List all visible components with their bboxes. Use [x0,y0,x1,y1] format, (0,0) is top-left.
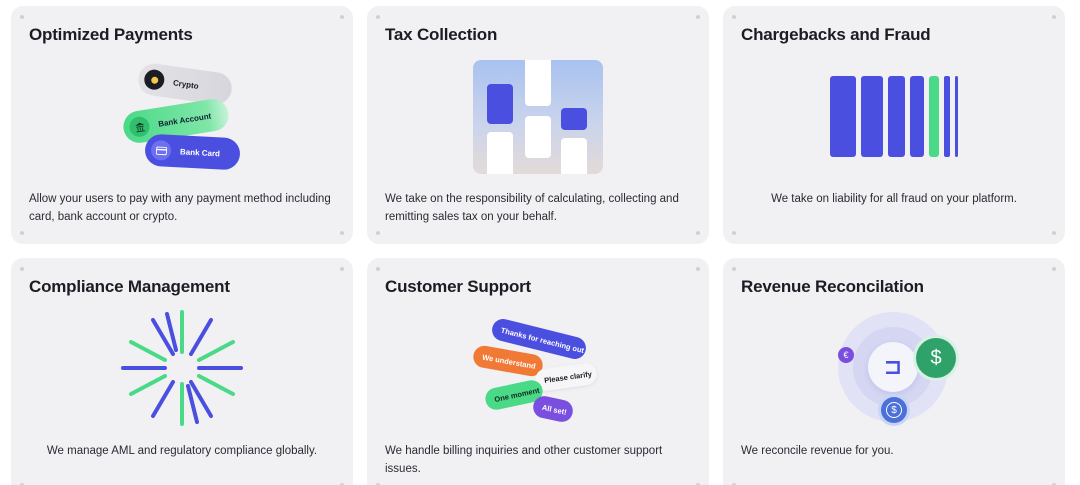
corner-dot [696,15,700,19]
feature-card-revenue-reconciliation: Revenue Reconcilation ⊐ $ € $ We reconci… [723,258,1065,485]
card-description: We handle billing inquiries and other cu… [385,445,663,475]
fraud-bars-illustration [723,6,1065,186]
white-block [525,116,551,158]
bank-icon [128,115,151,139]
card-description: We reconcile revenue for you. [741,445,894,457]
corner-dot [696,231,700,235]
corner-dot [1052,231,1056,235]
coin-icon [143,68,166,91]
feature-card-tax-collection: Tax Collection We take on the responsibi… [367,6,709,244]
shield-bar [944,76,950,157]
indigo-block [487,84,513,124]
logo-symbol: ⊐ [883,354,903,379]
support-chat-illustration: Thanks for reaching out We understand Pl… [367,258,709,438]
corner-dot [340,267,344,271]
feature-card-optimized-payments: Optimized Payments Crypto Bank Account B… [11,6,353,244]
compliance-burst-illustration [121,310,243,426]
corner-dot [20,231,24,235]
feature-card-compliance: Compliance Management We manage AML and … [11,258,353,485]
card-title: Compliance Management [29,277,230,296]
white-block [561,138,587,174]
white-block [487,132,513,174]
shield-bar-green [929,76,939,157]
card-description: We manage AML and regulatory compliance … [46,445,318,457]
bank-card-label: Bank Card [179,146,221,158]
revenue-rings-illustration: ⊐ $ € $ [723,258,1065,438]
card-description: Allow your users to pay with any payment… [29,193,331,223]
crypto-label: Crypto [172,77,200,91]
shield-bar [861,76,883,157]
shield-bar [910,76,924,157]
dollar-symbol: $ [930,346,942,369]
chat-bubble-clarify: Please clarify [533,361,599,393]
white-block [525,60,551,106]
card-description: We take on liability for all fraud on yo… [771,193,1017,205]
bank-account-label: Bank Account [157,111,212,129]
logo-icon: ⊐ [868,342,918,392]
corner-dot [732,231,736,235]
payment-methods-illustration: Crypto Bank Account Bank Card [11,6,353,186]
corner-dot [376,231,380,235]
usd-symbol: $ [886,402,902,418]
card-title: Tax Collection [385,25,498,44]
euro-coin-icon: € [838,347,854,363]
corner-dot [340,231,344,235]
euro-symbol: € [843,350,849,360]
indigo-block [561,108,587,130]
shield-bar [888,76,905,157]
bank-card-pill: Bank Card [144,133,241,171]
card-description: We take on the responsibility of calcula… [385,193,679,223]
card-icon [150,139,172,161]
corner-dot [376,15,380,19]
feature-card-chargebacks-fraud: Chargebacks and Fraud We take on liabili… [723,6,1065,244]
dollar-coin-icon: $ [916,338,956,378]
tax-blocks-illustration [473,60,603,174]
chat-bubble-all-set: All set! [531,394,575,424]
feature-card-customer-support: Customer Support Thanks for reaching out… [367,258,709,485]
shield-bar [955,76,958,157]
corner-dot [20,267,24,271]
shield-bar [830,76,856,157]
usd-coin-icon: $ [881,397,907,423]
